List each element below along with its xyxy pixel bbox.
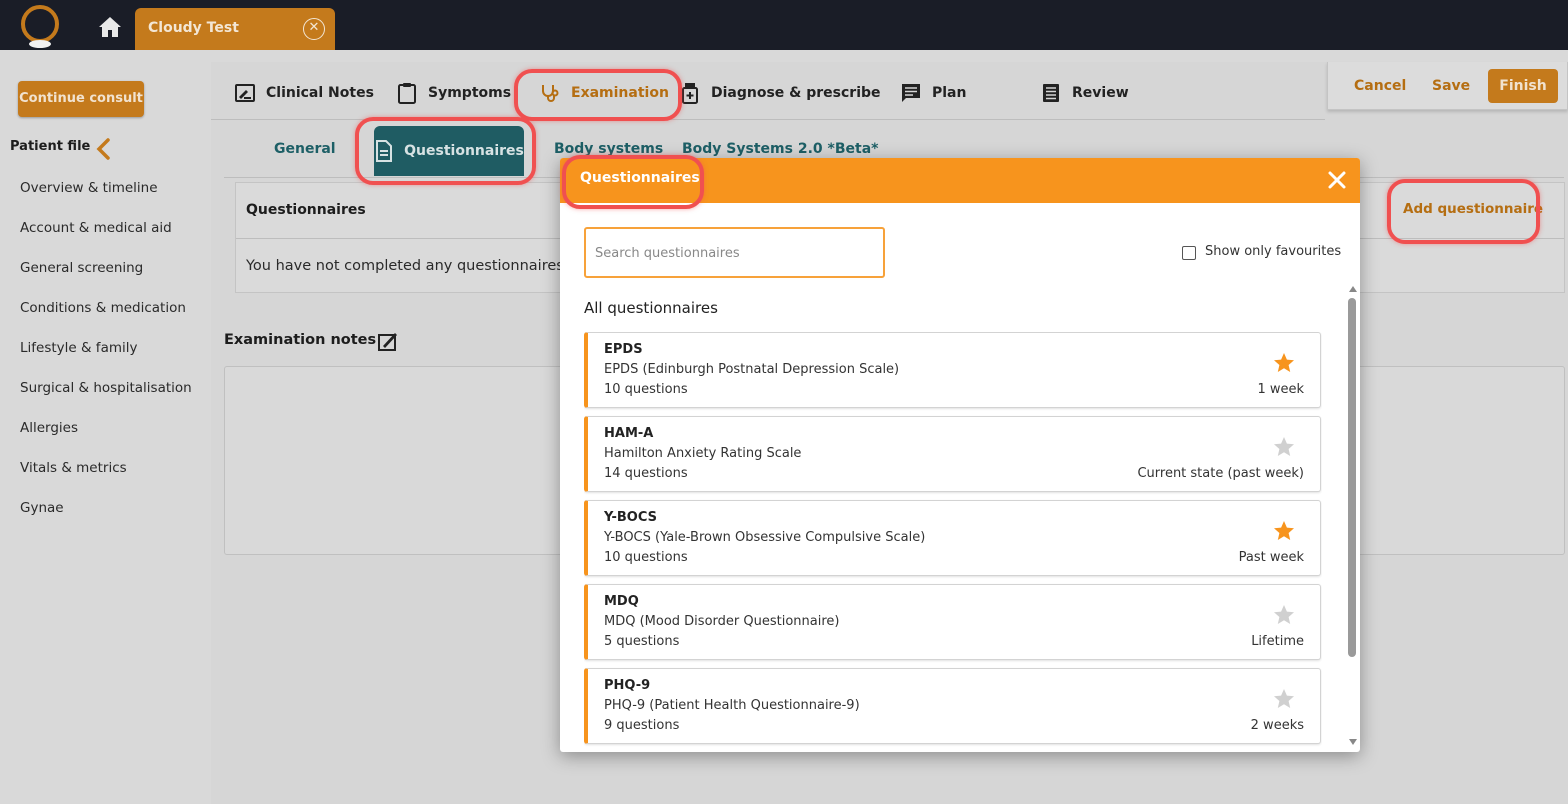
tab-body-systems-2[interactable]: Body Systems 2.0 *Beta* (682, 141, 878, 157)
questionnaire-period: 1 week (1257, 382, 1304, 397)
tab-label: Plan (932, 85, 967, 101)
scroll-down-icon[interactable] (1349, 739, 1357, 745)
chevron-left-icon[interactable] (96, 138, 112, 160)
tab-general[interactable]: General (274, 141, 336, 157)
close-tab-icon[interactable]: ✕ (303, 18, 325, 40)
questionnaire-period: 2 weeks (1250, 718, 1304, 733)
all-questionnaires-heading: All questionnaires (584, 299, 718, 317)
questionnaire-code: EPDS (604, 342, 643, 357)
top-bar: Cloudy Test ✕ (0, 0, 1568, 50)
sidebar: Continue consult Patient file Overview &… (0, 50, 211, 804)
scroll-up-icon[interactable] (1349, 286, 1357, 292)
search-questionnaires-field[interactable] (584, 227, 885, 278)
favourites-label[interactable]: Show only favourites (1205, 244, 1341, 259)
questionnaire-name: EPDS (Edinburgh Postnatal Depression Sca… (604, 362, 900, 377)
chat-note-icon (902, 84, 920, 102)
list-item[interactable]: PHQ-9 PHQ-9 (Patient Health Questionnair… (584, 668, 1321, 744)
tab-review[interactable]: Review (1040, 82, 1129, 104)
questionnaire-question-count: 9 questions (604, 718, 680, 733)
tab-label: Review (1072, 85, 1129, 101)
questionnaire-name: MDQ (Mood Disorder Questionnaire) (604, 614, 840, 629)
tab-diagnose-prescribe[interactable]: Diagnose & prescribe (679, 82, 881, 104)
questionnaire-code: PHQ-9 (604, 678, 651, 693)
sidebar-item-lifestyle[interactable]: Lifestyle & family (20, 340, 137, 356)
questionnaire-code: Y-BOCS (604, 510, 658, 525)
tab-label: Symptoms (428, 85, 512, 101)
scrollbar-thumb[interactable] (1348, 298, 1356, 657)
tab-clinical-notes[interactable]: Clinical Notes (234, 82, 374, 104)
favourites-checkbox[interactable] (1182, 246, 1196, 260)
questionnaire-code: MDQ (604, 594, 639, 609)
star-outline-icon[interactable] (1272, 435, 1296, 459)
list-item[interactable]: HAM-A Hamilton Anxiety Rating Scale 14 q… (584, 416, 1321, 492)
star-outline-icon[interactable] (1272, 687, 1296, 711)
list-icon (1043, 84, 1059, 102)
questionnaire-name: Hamilton Anxiety Rating Scale (604, 446, 802, 461)
clipboard-icon (398, 83, 416, 104)
sidebar-item-account[interactable]: Account & medical aid (20, 220, 172, 236)
search-input[interactable] (595, 243, 865, 263)
tab-plan[interactable]: Plan (900, 82, 966, 104)
questionnaires-modal: Questionnaires Show only favourites All … (560, 158, 1360, 752)
sidebar-item-allergies[interactable]: Allergies (20, 420, 78, 436)
questionnaire-question-count: 10 questions (604, 382, 688, 397)
tab-label: Diagnose & prescribe (711, 85, 881, 101)
sidebar-item-gynae[interactable]: Gynae (20, 500, 64, 516)
sidebar-item-vitals[interactable]: Vitals & metrics (20, 460, 127, 476)
highlight-examination-tab (514, 69, 682, 121)
finish-button[interactable]: Finish (1488, 69, 1558, 103)
save-button[interactable]: Save (1432, 78, 1470, 94)
questionnaire-list: EPDS EPDS (Edinburgh Postnatal Depressio… (584, 332, 1322, 752)
highlight-questionnaires-tab (355, 117, 536, 185)
questionnaire-name: PHQ-9 (Patient Health Questionnaire-9) (604, 698, 860, 713)
scrollbar[interactable] (1347, 286, 1357, 750)
sidebar-item-conditions[interactable]: Conditions & medication (20, 300, 186, 316)
patient-tab[interactable]: Cloudy Test ✕ (135, 8, 335, 50)
patient-file-heading: Patient file (10, 139, 91, 154)
consult-actions: Cancel Save Finish (1327, 62, 1568, 110)
questionnaire-code: HAM-A (604, 426, 654, 441)
questionnaire-name: Y-BOCS (Yale-Brown Obsessive Compulsive … (604, 530, 926, 545)
list-item[interactable]: EPDS EPDS (Edinburgh Postnatal Depressio… (584, 332, 1321, 408)
cancel-button[interactable]: Cancel (1354, 78, 1406, 94)
edit-note-icon (235, 84, 255, 102)
star-filled-icon[interactable] (1272, 351, 1296, 375)
questionnaire-period: Lifetime (1251, 634, 1304, 649)
tab-symptoms[interactable]: Symptoms (396, 82, 511, 104)
patient-tab-label: Cloudy Test (148, 20, 239, 36)
highlight-modal-title (562, 155, 704, 209)
questionnaire-question-count: 14 questions (604, 466, 688, 481)
questionnaire-question-count: 10 questions (604, 550, 688, 565)
consult-tabs: Clinical Notes Symptoms Examination Diag… (211, 62, 1325, 120)
continue-consult-button[interactable]: Continue consult (18, 81, 144, 117)
examination-notes-label: Examination notes (224, 332, 377, 348)
close-icon[interactable] (1326, 169, 1348, 191)
sidebar-item-overview[interactable]: Overview & timeline (20, 180, 158, 196)
medicine-bottle-icon (682, 83, 698, 104)
questionnaires-card-title: Questionnaires (246, 202, 366, 218)
home-icon[interactable] (98, 16, 122, 38)
list-item[interactable]: Y-BOCS Y-BOCS (Yale-Brown Obsessive Comp… (584, 500, 1321, 576)
empty-state-text: You have not completed any questionnaire… (246, 258, 564, 274)
questionnaire-period: Past week (1238, 550, 1304, 565)
star-outline-icon[interactable] (1272, 603, 1296, 627)
tab-label: Clinical Notes (266, 85, 374, 101)
app-logo-icon[interactable] (18, 4, 62, 48)
questionnaire-period: Current state (past week) (1137, 466, 1304, 481)
sidebar-item-general-screening[interactable]: General screening (20, 260, 143, 276)
highlight-add-questionnaire (1387, 179, 1540, 244)
questionnaire-question-count: 5 questions (604, 634, 680, 649)
list-item[interactable]: MDQ MDQ (Mood Disorder Questionnaire) 5 … (584, 584, 1321, 660)
sidebar-item-surgical[interactable]: Surgical & hospitalisation (20, 380, 192, 396)
notes-template-icon[interactable] (377, 330, 399, 352)
star-filled-icon[interactable] (1272, 519, 1296, 543)
